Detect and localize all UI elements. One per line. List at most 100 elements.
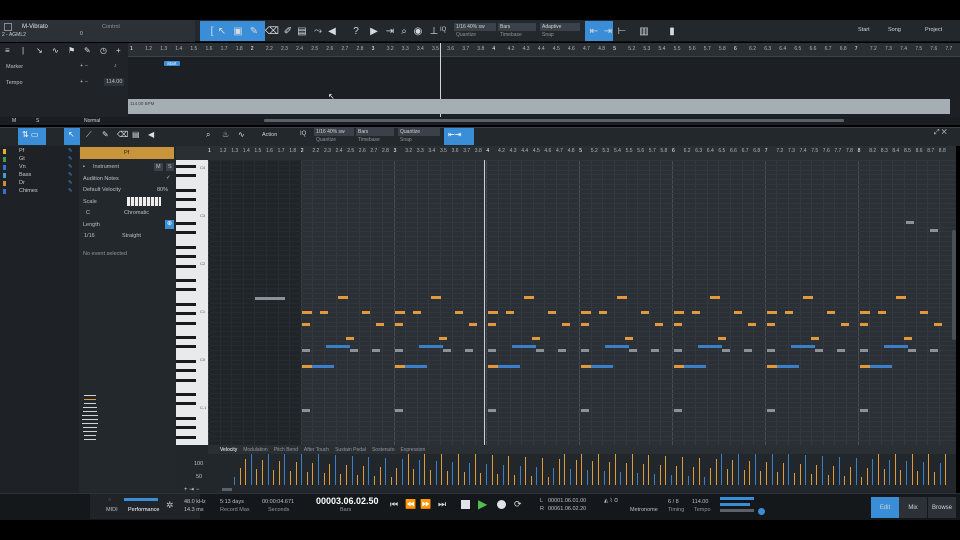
black-key[interactable] <box>176 264 196 268</box>
midi-note[interactable] <box>605 345 629 348</box>
controller-tab[interactable]: After Touch <box>304 447 329 453</box>
velocity-bar[interactable] <box>497 474 499 485</box>
midi-note[interactable] <box>395 323 403 326</box>
velocity-bar[interactable] <box>379 467 381 485</box>
midi-note[interactable] <box>562 323 570 326</box>
velocity-bar[interactable] <box>340 474 342 485</box>
midi-note[interactable] <box>488 349 496 352</box>
record-button[interactable] <box>497 500 506 509</box>
midi-note[interactable] <box>439 337 447 340</box>
midi-note[interactable] <box>524 296 534 299</box>
iq-icon[interactable]: IQ <box>440 27 446 33</box>
midi-note[interactable] <box>767 349 775 352</box>
velocity-bar[interactable] <box>788 454 790 485</box>
midi-note[interactable] <box>692 311 700 314</box>
velocity-bar[interactable] <box>626 463 627 485</box>
velocity-bar[interactable] <box>889 460 891 485</box>
midi-note[interactable] <box>785 311 793 314</box>
black-key[interactable] <box>176 359 196 363</box>
midi-note[interactable] <box>312 365 334 368</box>
velocity-bar[interactable] <box>491 455 493 485</box>
black-key[interactable] <box>176 198 196 201</box>
midi-note[interactable] <box>904 337 912 340</box>
velocity-bar[interactable] <box>939 463 941 485</box>
black-key[interactable] <box>176 378 196 382</box>
velocity-bar[interactable] <box>766 462 767 485</box>
output-volume[interactable] <box>720 509 754 512</box>
midi-note[interactable] <box>431 296 441 299</box>
midi-note[interactable] <box>326 345 350 348</box>
velocity-bar[interactable] <box>654 474 655 485</box>
velocity-bar[interactable] <box>805 455 807 485</box>
gear-icon[interactable]: ✲ <box>166 500 174 511</box>
arrange-scrollbar[interactable] <box>264 119 844 122</box>
midi-note[interactable] <box>777 365 799 368</box>
velocity-bar[interactable] <box>637 473 639 485</box>
black-key[interactable] <box>176 207 196 211</box>
velocity-bar[interactable] <box>878 450 879 485</box>
velocity-bar[interactable] <box>351 456 353 485</box>
midi-note[interactable] <box>837 349 845 352</box>
velocity-bar[interactable] <box>844 476 846 485</box>
black-key[interactable] <box>176 255 196 258</box>
expand-icon[interactable]: ⤢ ✕ <box>934 129 947 137</box>
velocity-bar[interactable] <box>586 470 588 485</box>
rewind-icon[interactable]: ⏪ <box>405 499 416 510</box>
editor-snap-select[interactable]: Quantize <box>398 128 440 136</box>
editor-split-icon[interactable]: ▤ <box>132 130 140 139</box>
velocity-bar[interactable] <box>850 467 851 485</box>
velocity-bar[interactable] <box>480 473 482 485</box>
velocity-bar[interactable] <box>704 477 706 485</box>
velocity-bar[interactable] <box>424 451 426 485</box>
black-key[interactable] <box>176 392 196 396</box>
midi-note[interactable] <box>641 311 649 314</box>
midi-note[interactable] <box>934 323 942 326</box>
velocity-bar[interactable] <box>665 456 667 485</box>
midi-note[interactable] <box>376 323 384 326</box>
velocity-bar[interactable] <box>435 461 437 485</box>
midi-note[interactable] <box>684 365 706 368</box>
velocity-bar[interactable] <box>396 468 398 485</box>
midi-note[interactable] <box>930 229 938 232</box>
midi-note[interactable] <box>302 311 312 314</box>
track-item[interactable]: Dr <box>19 180 25 186</box>
velocity-bar[interactable] <box>553 468 555 485</box>
black-key[interactable] <box>176 174 196 178</box>
velocity-bar[interactable] <box>906 461 907 485</box>
track-item[interactable]: Gt <box>19 156 25 162</box>
controller-tab[interactable]: Sustain Pedal <box>335 447 366 453</box>
velocity-bar[interactable] <box>598 452 599 485</box>
velocity-bar[interactable] <box>771 453 773 485</box>
track-edit-icon[interactable]: ✎ <box>68 172 73 178</box>
velocity-bar[interactable] <box>402 459 403 485</box>
layout-icon[interactable]: ▥ <box>634 21 654 41</box>
playhead-editor[interactable] <box>484 160 485 445</box>
velocity-bar[interactable] <box>710 468 711 485</box>
velocity-bar[interactable] <box>525 457 527 485</box>
midi-note[interactable] <box>443 349 451 352</box>
velocity-bar[interactable] <box>782 463 784 485</box>
midi-note[interactable] <box>395 311 405 314</box>
black-key[interactable] <box>176 221 196 225</box>
midi-note[interactable] <box>734 311 742 314</box>
midi-note[interactable] <box>791 345 815 348</box>
midi-note[interactable] <box>488 311 498 314</box>
midi-note[interactable] <box>674 349 682 352</box>
editor-speaker-icon[interactable]: ◀ <box>148 130 154 139</box>
midi-note[interactable] <box>811 337 819 340</box>
midi-note[interactable] <box>651 349 659 352</box>
snap-select[interactable]: Adaptive <box>540 23 580 31</box>
black-key[interactable] <box>176 302 196 306</box>
velocity-bar[interactable] <box>693 467 695 485</box>
controller-tab[interactable]: Velocity <box>220 447 237 453</box>
track-item[interactable]: Chimes <box>19 188 38 194</box>
midi-note[interactable] <box>860 323 868 326</box>
midi-note[interactable] <box>413 311 421 314</box>
velocity-bar[interactable] <box>458 453 459 485</box>
midi-note[interactable] <box>870 365 892 368</box>
flag-icon[interactable]: ⚑ <box>68 46 75 55</box>
editor-iq-icon[interactable]: IQ <box>300 131 306 137</box>
menu-icon[interactable]: ≡ <box>5 46 10 55</box>
scale-root-select[interactable]: C <box>86 210 90 216</box>
velocity-bar[interactable] <box>558 459 560 485</box>
